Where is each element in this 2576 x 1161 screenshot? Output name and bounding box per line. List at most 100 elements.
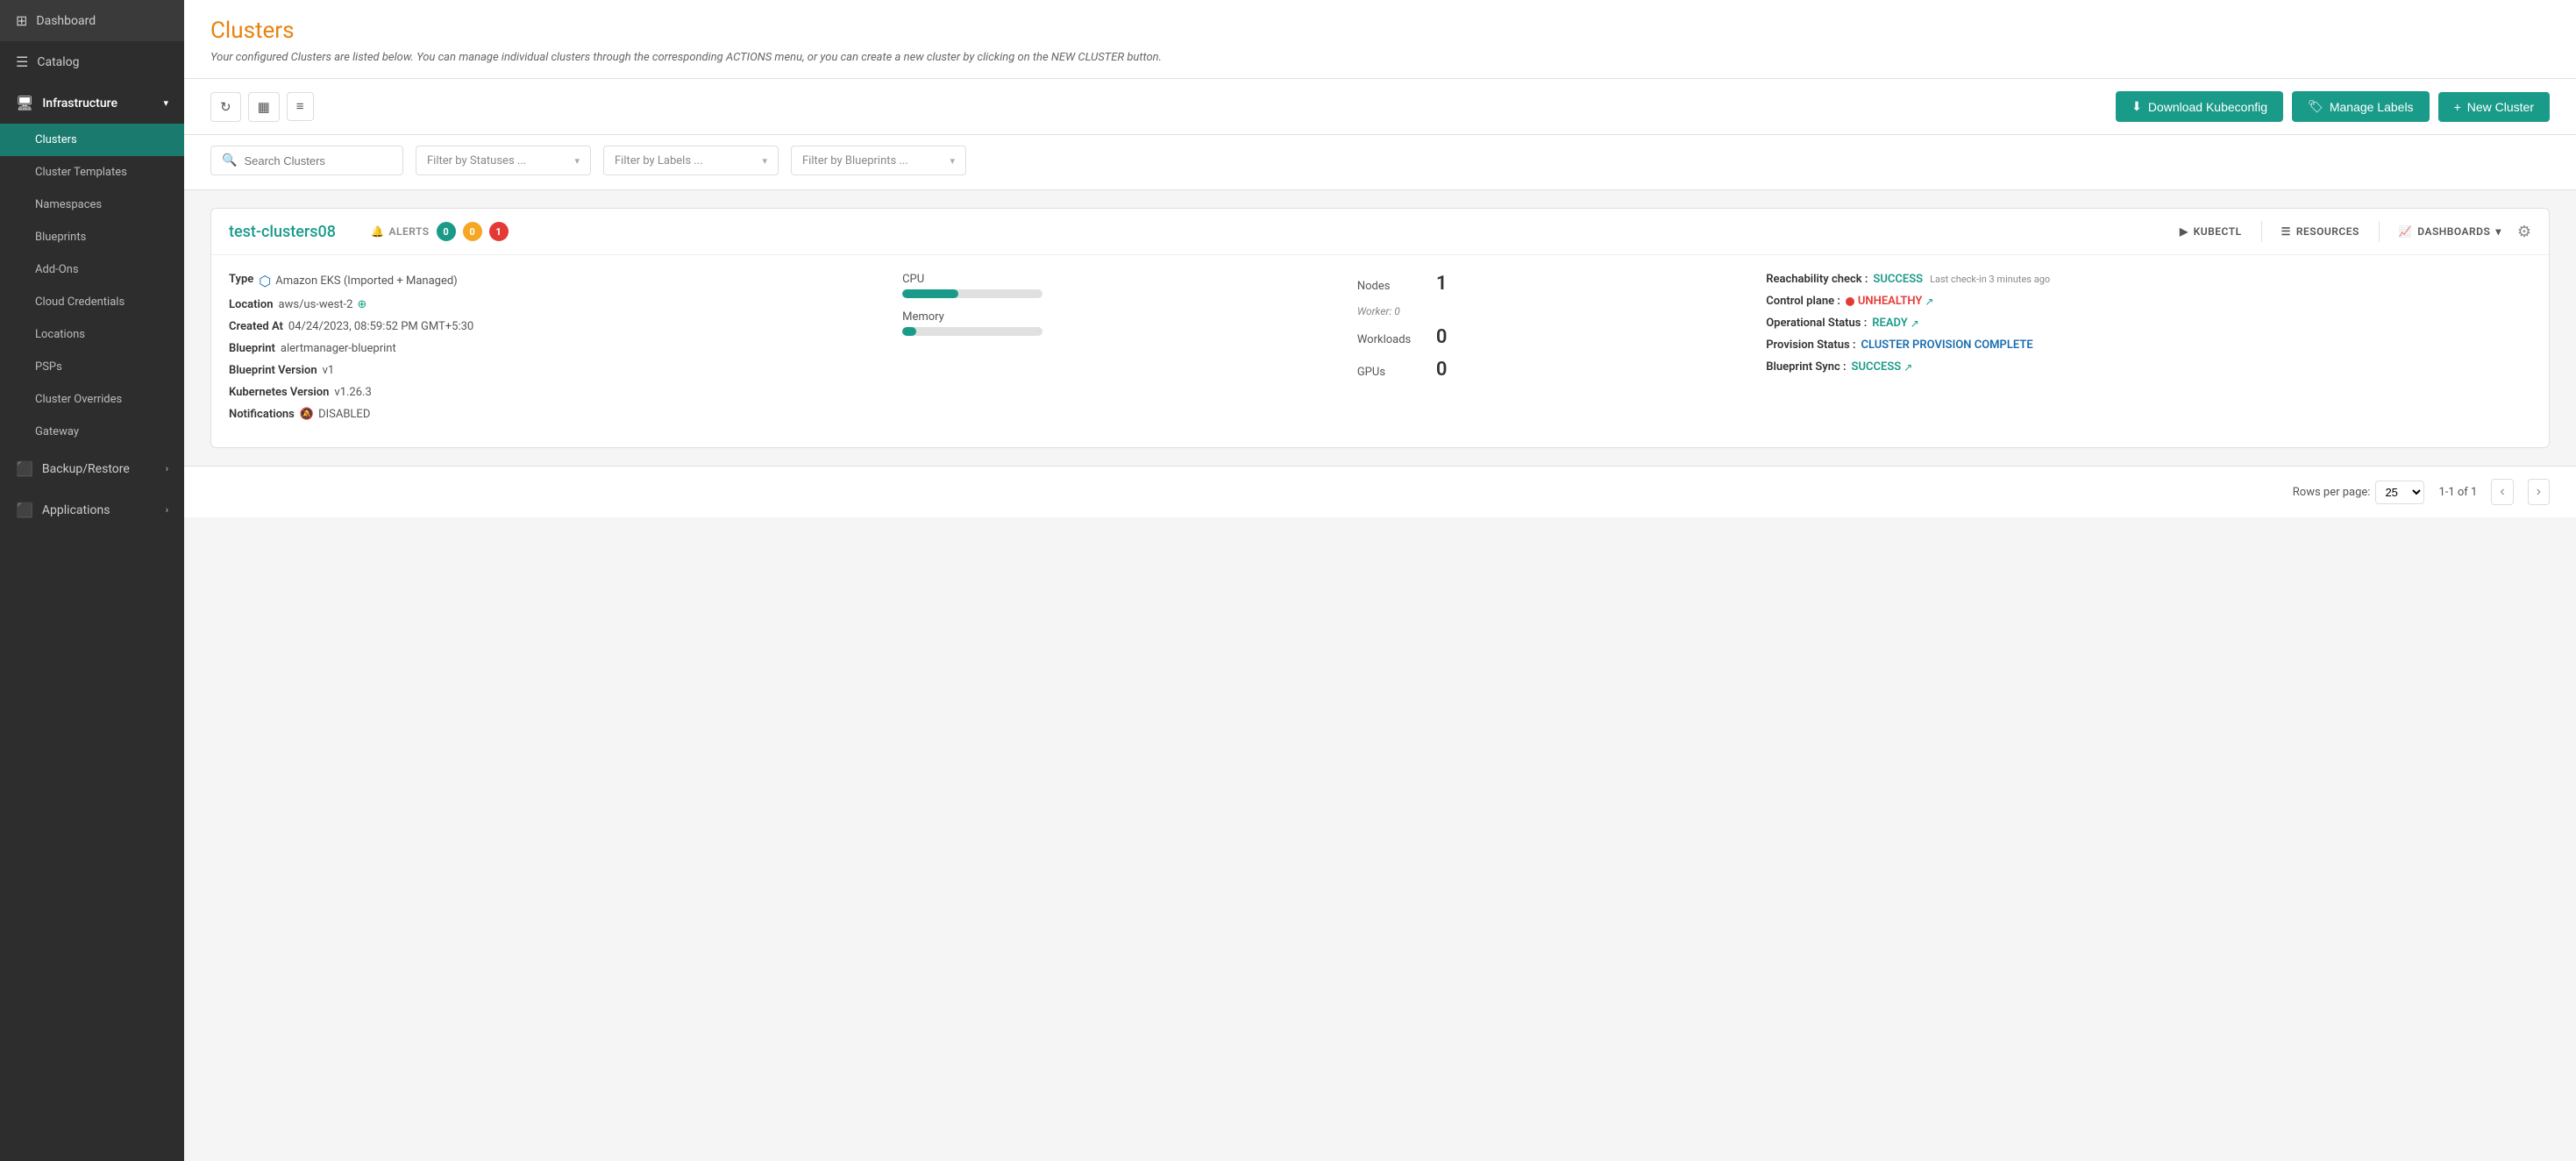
resources-button[interactable]: ☰ RESOURCES <box>2281 225 2359 238</box>
cluster-name: test-clusters08 <box>229 223 336 241</box>
type-row: Type ⬡ Amazon EKS (Imported + Managed) <box>229 273 885 289</box>
cluster-list: test-clusters08 🔔 ALERTS 0 0 1 ▶ KUBECTL <box>184 190 2576 466</box>
sidebar-item-infrastructure[interactable]: 🖥 Infrastructure ▾ <box>0 82 184 124</box>
control-plane-value: UNHEALTHY <box>1858 295 1922 308</box>
sidebar-item-clusters[interactable]: Clusters <box>0 124 184 156</box>
dashboards-button[interactable]: 📈 DASHBOARDS ▾ <box>2399 225 2501 238</box>
applications-icon: ⬛ <box>16 502 33 518</box>
grid-view-button[interactable]: ▦ <box>248 92 280 122</box>
next-page-button[interactable]: › <box>2528 479 2550 505</box>
created-row: Created At 04/24/2023, 08:59:52 PM GMT+5… <box>229 320 885 333</box>
blueprint-label: Blueprint <box>229 342 275 355</box>
filter-statuses[interactable]: Filter by Statuses ... ▾ <box>416 146 591 175</box>
refresh-icon: ↻ <box>220 99 231 115</box>
blueprint-row: Blueprint alertmanager-blueprint <box>229 342 885 355</box>
location-row: Location aws/us-west-2 ⊕ <box>229 298 885 311</box>
sidebar-item-dashboard[interactable]: ⊞ Dashboard <box>0 0 184 41</box>
memory-progress-fill <box>902 327 916 336</box>
external-link-icon-2[interactable]: ↗ <box>1911 317 1919 330</box>
sidebar-item-applications[interactable]: ⬛ Applications › <box>0 489 184 531</box>
external-link-icon[interactable]: ↗ <box>1925 296 1933 308</box>
toolbar: ↻ ▦ ≡ ⬇ Download Kubeconfig 🏷 Manage Lab… <box>184 79 2576 135</box>
location-icon: ⊕ <box>357 298 366 311</box>
operational-label: Operational Status : <box>1766 317 1867 330</box>
chevron-down-icon: ▾ <box>574 155 580 167</box>
created-value: 04/24/2023, 08:59:52 PM GMT+5:30 <box>288 320 473 333</box>
list-view-button[interactable]: ≡ <box>287 92 314 121</box>
created-label: Created At <box>229 320 283 333</box>
control-plane-row: Control plane : UNHEALTHY ↗ <box>1766 295 2531 308</box>
search-input[interactable] <box>244 154 392 167</box>
provision-row: Provision Status : CLUSTER PROVISION COM… <box>1766 338 2531 352</box>
pagination-bar: Rows per page: 10 25 50 100 1-1 of 1 ‹ › <box>184 466 2576 517</box>
divider <box>2261 221 2262 242</box>
cluster-settings-button[interactable]: ⚙ <box>2517 223 2531 241</box>
sidebar-item-namespaces[interactable]: Namespaces <box>0 189 184 221</box>
cpu-progress-fill <box>902 289 958 298</box>
grid-icon: ▦ <box>258 99 270 115</box>
plus-icon: + <box>2454 100 2461 114</box>
k8s-version-label: Kubernetes Version <box>229 386 329 399</box>
sidebar-item-gateway[interactable]: Gateway <box>0 416 184 448</box>
control-plane-label: Control plane : <box>1766 295 1840 308</box>
blueprint-version-row: Blueprint Version v1 <box>229 364 885 377</box>
blueprint-sync-value: SUCCESS <box>1852 360 1902 374</box>
notifications-label: Notifications <box>229 408 295 421</box>
search-container: 🔍 <box>210 146 403 175</box>
manage-labels-button[interactable]: 🏷 Manage Labels <box>2292 91 2430 122</box>
gpus-label: GPUs <box>1357 366 1427 379</box>
list-icon: ≡ <box>296 99 304 114</box>
chart-icon: 📈 <box>2399 225 2412 238</box>
location-label: Location <box>229 298 274 311</box>
filter-blueprints[interactable]: Filter by Blueprints ... ▾ <box>791 146 966 175</box>
chevron-down-icon: ▾ <box>762 155 767 167</box>
gpus-stat: GPUs 0 <box>1357 359 1740 381</box>
red-dot-icon <box>1846 297 1854 306</box>
workloads-label: Workloads <box>1357 333 1427 346</box>
sidebar-item-cluster-templates[interactable]: Cluster Templates <box>0 156 184 189</box>
resources-icon: ☰ <box>2281 225 2291 238</box>
sidebar-item-add-ons[interactable]: Add-Ons <box>0 253 184 286</box>
download-icon: ⬇ <box>2131 99 2142 114</box>
cluster-metrics-col: CPU Memory <box>885 273 1340 430</box>
prev-page-button[interactable]: ‹ <box>2491 479 2513 505</box>
sidebar-item-blueprints[interactable]: Blueprints <box>0 221 184 253</box>
operational-row: Operational Status : READY ↗ <box>1766 317 2531 330</box>
external-link-icon-3[interactable]: ↗ <box>1904 361 1912 374</box>
kubectl-button[interactable]: ▶ KUBECTL <box>2180 225 2242 238</box>
alerts-label: 🔔 ALERTS <box>371 225 430 238</box>
worker-label: Worker: 0 <box>1357 305 1740 317</box>
filter-labels[interactable]: Filter by Labels ... ▾ <box>603 146 779 175</box>
provision-value: CLUSTER PROVISION COMPLETE <box>1861 338 2032 352</box>
cluster-info-col: Type ⬡ Amazon EKS (Imported + Managed) L… <box>229 273 885 430</box>
sidebar-item-backup-restore[interactable]: ⬛ Backup/Restore › <box>0 448 184 489</box>
download-kubeconfig-button[interactable]: ⬇ Download Kubeconfig <box>2116 91 2283 122</box>
refresh-button[interactable]: ↻ <box>210 92 241 122</box>
chevron-down-icon: ▾ <box>950 155 955 167</box>
rows-per-page-select[interactable]: 10 25 50 100 <box>2375 481 2424 504</box>
sidebar-item-catalog[interactable]: ☰ Catalog <box>0 41 184 82</box>
cluster-card: test-clusters08 🔔 ALERTS 0 0 1 ▶ KUBECTL <box>210 208 2550 448</box>
type-value: ⬡ Amazon EKS (Imported + Managed) <box>259 273 457 289</box>
cluster-card-header: test-clusters08 🔔 ALERTS 0 0 1 ▶ KUBECTL <box>211 209 2549 255</box>
page-title: Clusters <box>210 18 2550 44</box>
sidebar-item-cluster-overrides[interactable]: Cluster Overrides <box>0 383 184 416</box>
blueprint-value: alertmanager-blueprint <box>281 342 396 355</box>
sidebar-item-cloud-credentials[interactable]: Cloud Credentials <box>0 286 184 318</box>
new-cluster-button[interactable]: + New Cluster <box>2438 92 2550 122</box>
backup-icon: ⬛ <box>16 460 33 477</box>
gpus-value: 0 <box>1436 359 1448 381</box>
provision-label: Provision Status : <box>1766 338 1855 352</box>
rows-per-page: Rows per page: 10 25 50 100 <box>2293 481 2425 504</box>
toolbar-view-controls: ↻ ▦ ≡ <box>210 92 314 122</box>
sidebar-item-psps[interactable]: PSPs <box>0 351 184 383</box>
blueprint-version-label: Blueprint Version <box>229 364 317 377</box>
chevron-down-icon: ▾ <box>2495 225 2501 238</box>
header-actions: ▶ KUBECTL ☰ RESOURCES 📈 DASHBOARDS ▾ ⚙ <box>2180 221 2531 242</box>
sidebar-item-locations[interactable]: Locations <box>0 318 184 351</box>
reachability-value: SUCCESS <box>1873 273 1923 286</box>
nodes-value: 1 <box>1436 273 1448 295</box>
k8s-version-value: v1.26.3 <box>334 386 371 399</box>
alert-badge-0: 0 <box>437 222 456 241</box>
cluster-nodes-col: Nodes 1 Worker: 0 Workloads 0 GPUs 0 <box>1340 273 1740 430</box>
